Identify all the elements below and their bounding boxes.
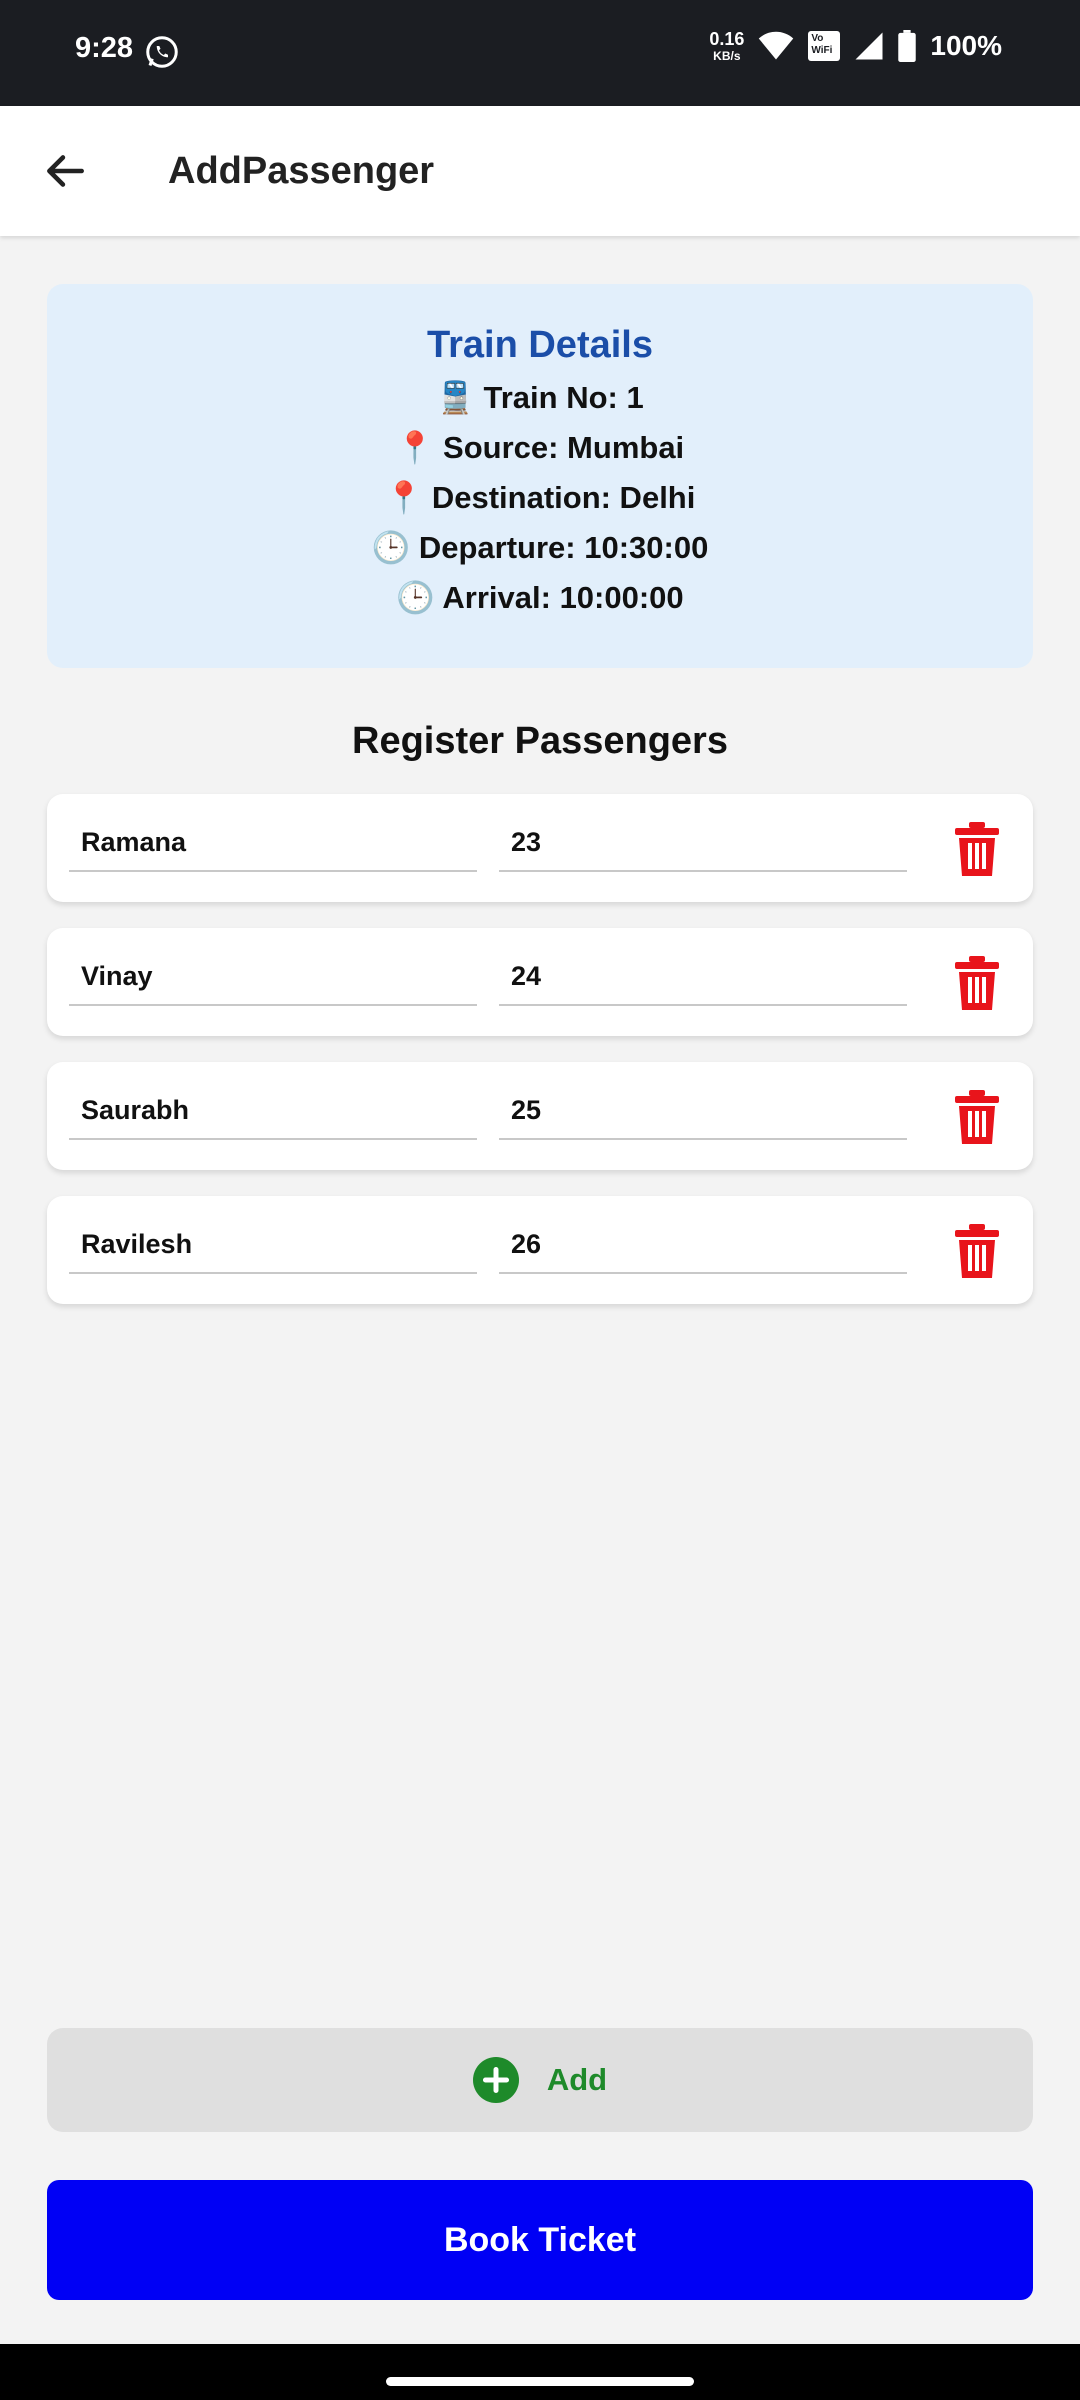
status-bar: 9:28 0.16 KB/s Vo WiFi 100% [0,0,1080,106]
app-bar: AddPassenger [0,106,1080,236]
wifi-icon [759,31,794,60]
passenger-age-input[interactable] [499,814,907,872]
train-details-title: Train Details [427,324,653,366]
add-button-label: Add [546,2062,608,2097]
passenger-row [47,1062,1033,1170]
whatsapp-icon [146,36,178,68]
system-nav-bar [0,2344,1080,2400]
passenger-name-input[interactable] [69,1216,477,1274]
arrow-back-icon[interactable] [40,146,90,196]
home-gesture-handle[interactable] [386,2377,694,2386]
passenger-row [47,928,1033,1036]
train-source: 📍 Source: Mumbai [395,430,685,465]
book-ticket-label: Book Ticket [443,2220,637,2259]
trash-icon[interactable] [953,956,1001,1010]
vowifi-icon: Vo WiFi [808,31,841,61]
train-number: 🚆 Train No: 1 [436,380,644,415]
passenger-row [47,1196,1033,1304]
page-title: AddPassenger [168,150,435,192]
passenger-name-input[interactable] [69,948,477,1006]
add-circle-icon [472,2057,519,2103]
battery-percent: 100% [930,30,1002,61]
network-speed: 0.16 KB/s [709,29,745,63]
status-time: 9:28 [75,32,134,64]
battery-icon [898,30,917,62]
train-departure: 🕒 Departure: 10:30:00 [371,530,709,565]
trash-icon[interactable] [953,1224,1001,1278]
passenger-name-input[interactable] [69,814,477,872]
book-ticket-button[interactable]: Book Ticket [47,2180,1033,2300]
register-passengers-title: Register Passengers [352,720,728,762]
passenger-row [47,794,1033,902]
passenger-age-input[interactable] [499,1082,907,1140]
passenger-name-input[interactable] [69,1082,477,1140]
passenger-age-input[interactable] [499,948,907,1006]
passenger-age-input[interactable] [499,1216,907,1274]
train-arrival: 🕒 Arrival: 10:00:00 [396,580,684,615]
trash-icon[interactable] [953,1090,1001,1144]
trash-icon[interactable] [953,822,1001,876]
train-destination: 📍 Destination: Delhi [384,480,696,515]
signal-icon [855,32,883,60]
add-passenger-button[interactable]: Add [47,2028,1033,2132]
train-details-card: Train Details 🚆 Train No: 1 📍 Source: Mu… [47,284,1033,668]
